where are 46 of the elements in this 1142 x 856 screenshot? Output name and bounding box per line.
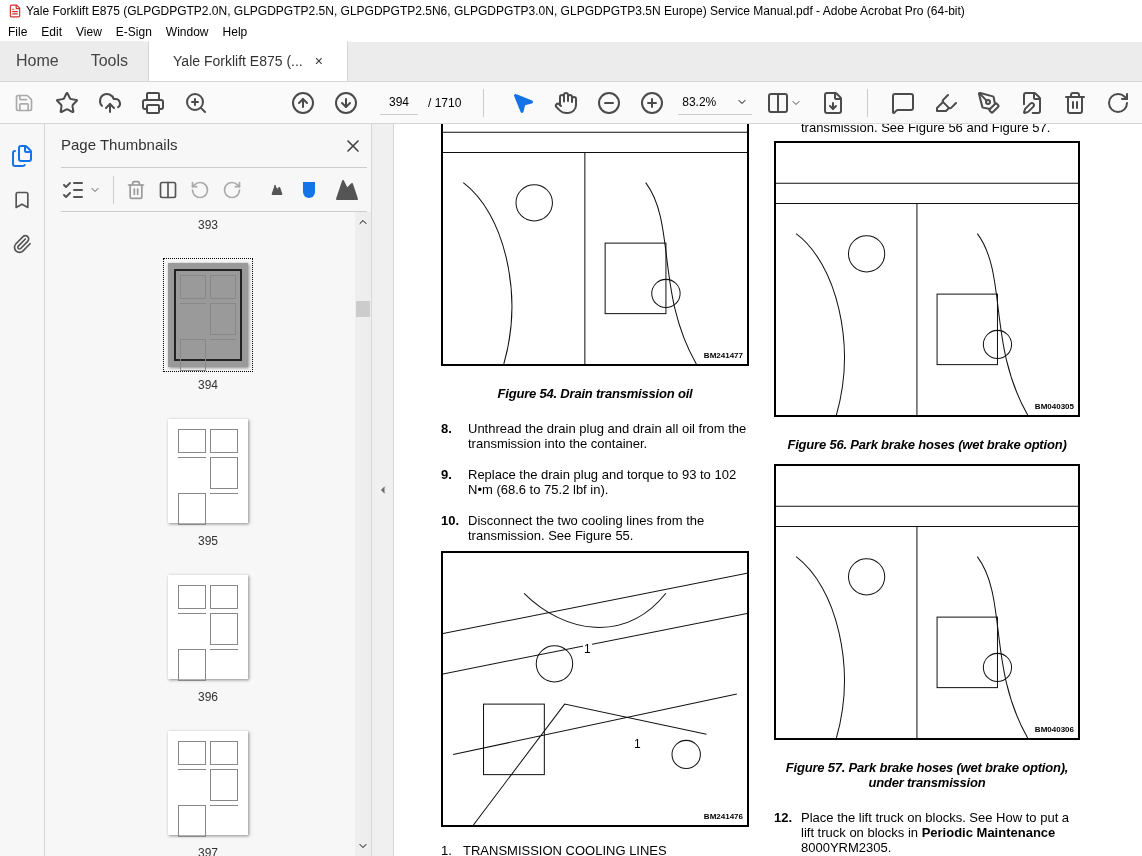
figure-code: BM241476 — [703, 813, 743, 821]
step-text: Unthread the drain plug and drain all oil from the transmission into the container. — [468, 421, 748, 451]
page-number-label: 396 — [198, 689, 218, 706]
scrollbar[interactable] — [355, 212, 371, 856]
legend-text: TRANSMISSION COOLING LINES — [463, 843, 667, 856]
step-number: 12. — [774, 810, 794, 827]
window-title: Yale Forklift E875 (GLPGDPGTP2.0N, GLPGDPGTP2.5N, GLPGDPGTP2.5N6, GLPGDPGTP3.0N, GLPGDPGTP3.5N Europe) Service Manual.pdf - Adobe Acrobat Pro (64-bit) — [26, 3, 965, 20]
menu-item[interactable]: Edit — [41, 23, 63, 41]
figure-caption: Figure 57. Park brake hoses (wet brake option), under transmission — [784, 760, 1070, 790]
figure-code: BM040305 — [1034, 403, 1074, 411]
step-text: Replace the drain plug and torque to 93 to 102 N•m (68.6 to 75.2 lbf in). — [468, 467, 738, 497]
menu-item[interactable]: View — [76, 23, 102, 41]
page-split-icon[interactable] — [158, 179, 178, 200]
document-tab[interactable]: Yale Forklift E875 (... × — [148, 41, 348, 81]
page-number-field[interactable]: 394 — [380, 90, 419, 115]
page-number-label: 394 — [198, 377, 218, 394]
step-text: Disconnect the two cooling lines from the transmission. See Figure 55. — [468, 513, 706, 543]
figure-code: BM040306 — [1034, 726, 1074, 734]
page-thumbnail[interactable] — [163, 258, 253, 372]
pdf-file-icon — [8, 4, 22, 18]
paperclip-icon[interactable] — [12, 232, 32, 256]
menu-item[interactable]: E-Sign — [115, 23, 152, 41]
scrollbar-thumb[interactable] — [356, 301, 370, 317]
menu-item[interactable]: Help — [222, 23, 248, 41]
figure-caption: Figure 56. Park brake hoses (wet brake option) — [787, 437, 1067, 452]
callout-number: 1 — [633, 738, 642, 750]
menu-item[interactable]: File — [8, 23, 28, 41]
menu-item[interactable]: Window — [165, 23, 209, 41]
pages-icon[interactable] — [10, 144, 34, 168]
figure-caption: Figure 54. Drain transmission oil — [497, 386, 693, 401]
step-number: 10. — [441, 513, 461, 530]
step-number: 8. — [441, 421, 453, 438]
step-text: Place the lift truck on blocks. See How to put a lift truck on blocks in Periodic Maintenance 8000YRM2305. — [801, 810, 1071, 855]
legend-number: 1. — [441, 843, 453, 856]
panel-title: Page Thumbnails — [61, 135, 178, 156]
small-mountain-icon[interactable] — [271, 183, 283, 196]
figure-code: BM241477 — [703, 352, 743, 360]
large-mountain-icon[interactable] — [335, 177, 359, 202]
page-count: / 1710 — [428, 94, 462, 112]
step-number: 9. — [441, 467, 453, 484]
page-number-label: 395 — [198, 533, 218, 550]
zoom-dropdown[interactable]: 83.2% — [678, 90, 753, 115]
page-number-label: 393 — [198, 217, 218, 234]
close-tab-button[interactable]: × — [314, 50, 323, 72]
size-slider-icon[interactable] — [303, 181, 315, 198]
callout-number: 1 — [583, 643, 592, 655]
